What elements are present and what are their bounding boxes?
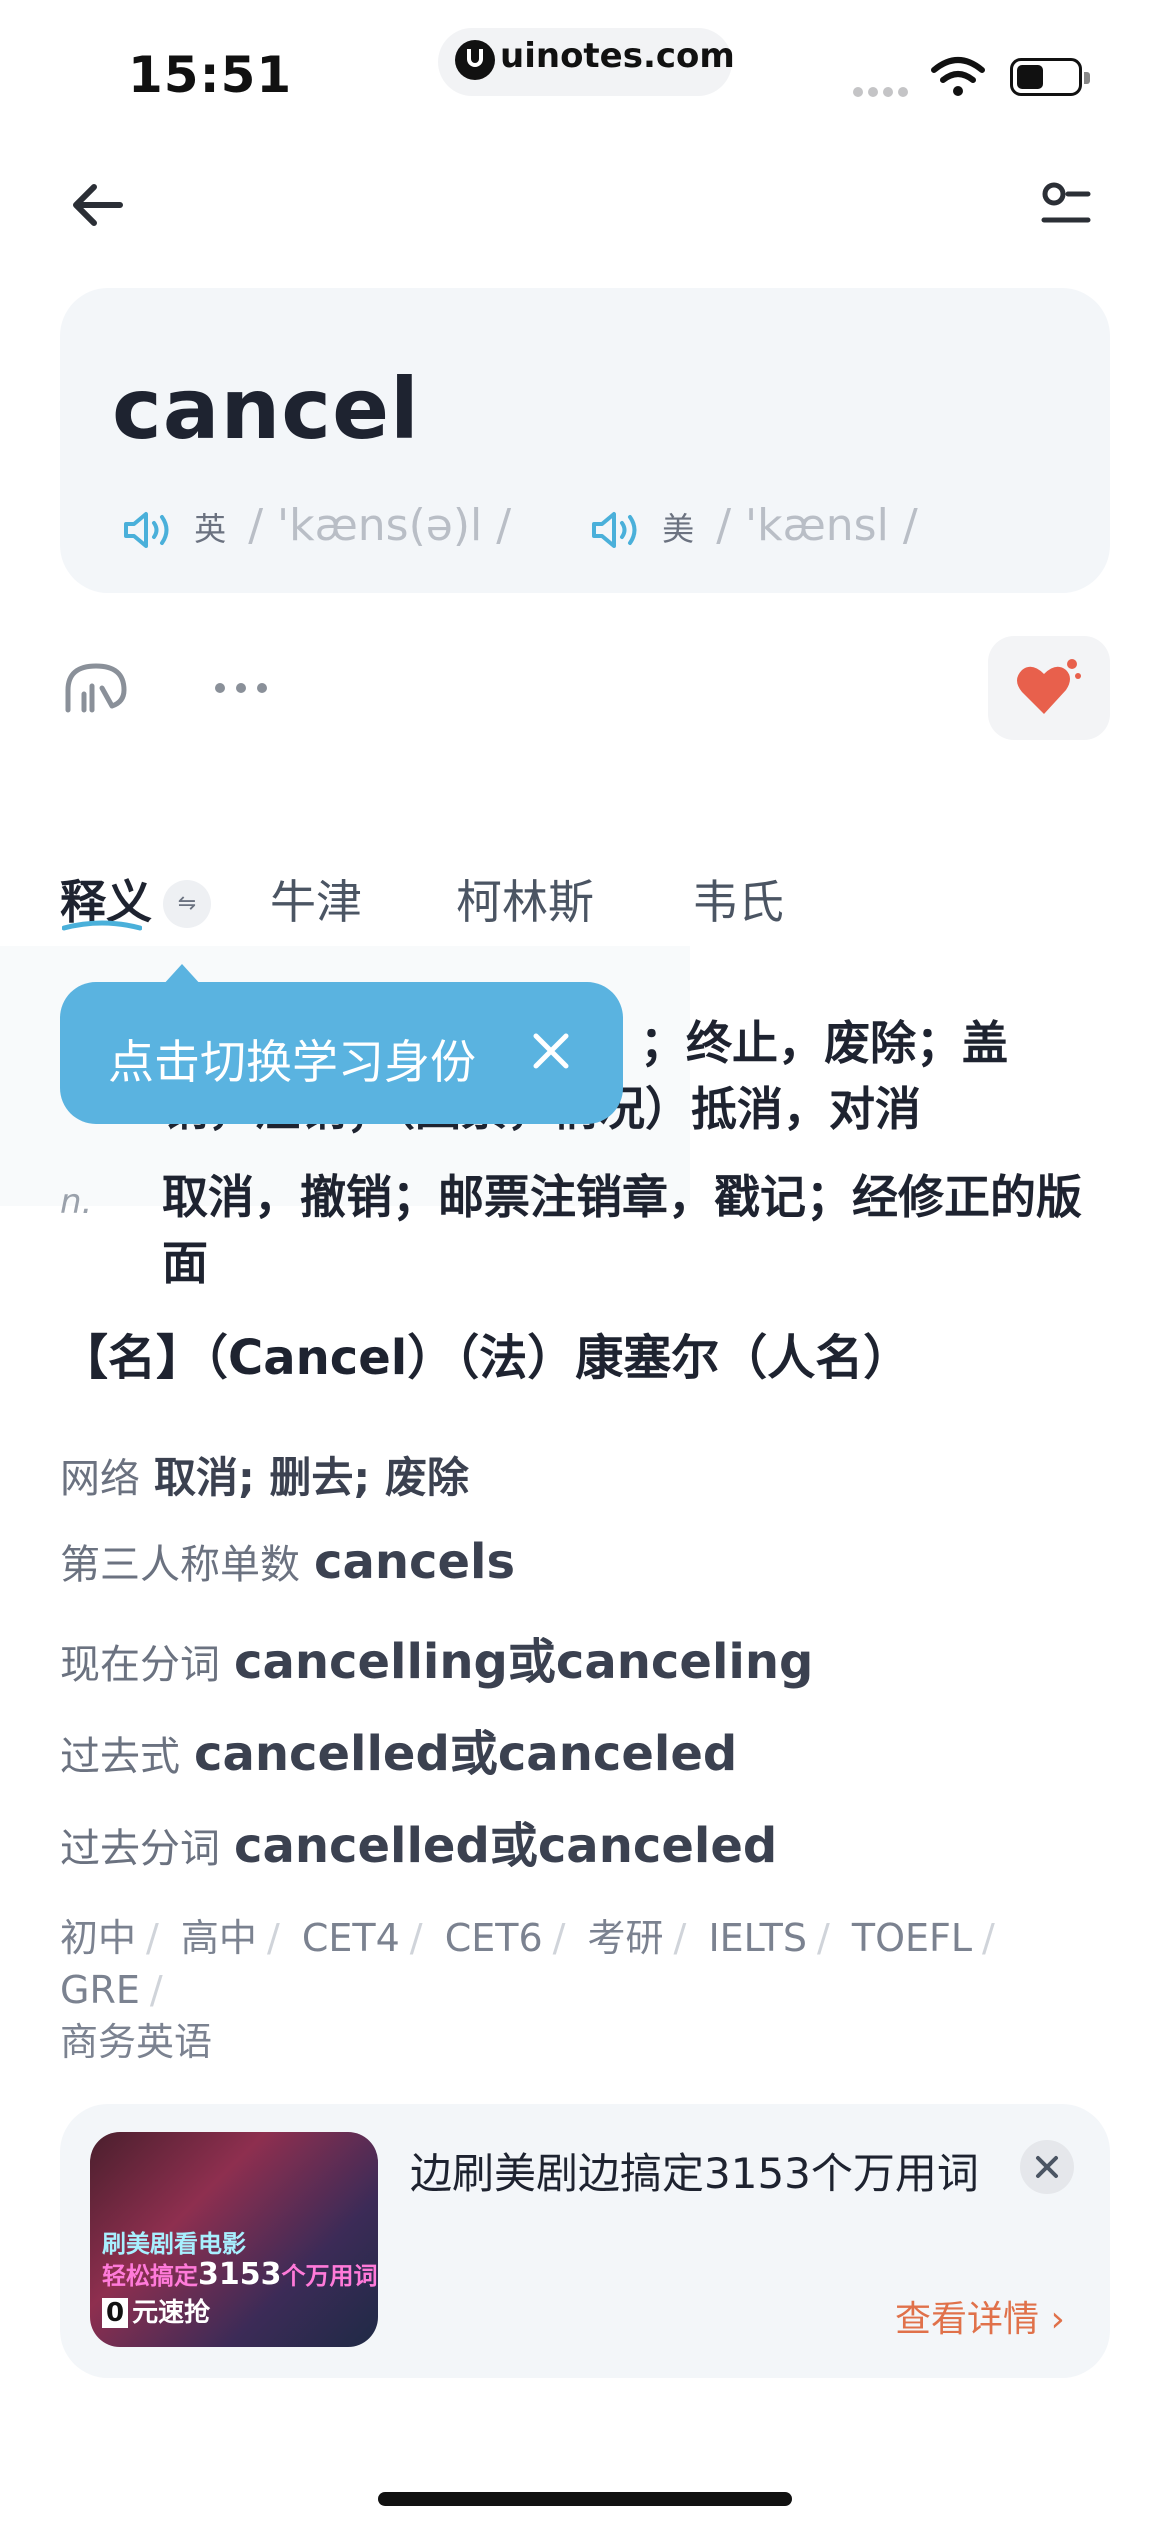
pron-uk[interactable]: 英 / 'kæns(ə)l / bbox=[122, 500, 511, 551]
form-row-third-person: 第三人称单数 cancels bbox=[60, 1532, 515, 1590]
level-tag: CET4 bbox=[301, 1916, 400, 1960]
more-icon[interactable] bbox=[212, 678, 270, 698]
speaker-us-icon[interactable] bbox=[590, 510, 642, 550]
headword: cancel bbox=[112, 360, 420, 458]
level-tag: IELTS bbox=[708, 1916, 807, 1960]
close-icon bbox=[1036, 2156, 1058, 2178]
cellular-signal-icon bbox=[853, 82, 913, 97]
form-key: 现在分词 bbox=[60, 1642, 220, 1688]
home-indicator bbox=[378, 2492, 792, 2506]
speaker-uk-icon[interactable] bbox=[122, 510, 174, 550]
tab-active-underline bbox=[62, 920, 142, 931]
form-value: cancelling或canceling bbox=[234, 1634, 814, 1690]
form-row-past-participle: 过去分词 cancelled或canceled bbox=[60, 1806, 777, 1876]
status-time: 15:51 bbox=[128, 46, 293, 104]
form-value: cancels bbox=[314, 1534, 516, 1590]
form-row-web: 网络 取消; 删去; 废除 bbox=[60, 1444, 469, 1505]
promo-image[interactable]: 刷美剧看电影 轻松搞定3153个万用词 0 元速抢 bbox=[90, 2132, 378, 2347]
pron-us-label: 美 bbox=[662, 510, 695, 548]
tooltip-text: 点击切换学习身份 bbox=[108, 1035, 476, 1089]
palette-icon[interactable] bbox=[62, 660, 130, 716]
form-key: 第三人称单数 bbox=[60, 1542, 300, 1588]
form-value: cancelled或canceled bbox=[234, 1818, 778, 1874]
pron-us[interactable]: 美 / 'kænsl / bbox=[590, 500, 918, 551]
level-tag: GRE bbox=[60, 1968, 140, 2012]
level-tag: 考研 bbox=[587, 1916, 664, 1960]
definition-n-text: 取消，撤销；邮票注销章，戳记；经修正的版面 bbox=[162, 1170, 1082, 1290]
promo-title: 边刷美剧边搞定3153个万用词 bbox=[410, 2149, 979, 2198]
form-key: 过去式 bbox=[60, 1734, 180, 1780]
promo-details-link[interactable]: 查看详情 › bbox=[895, 2290, 1065, 2342]
promo-close-button[interactable] bbox=[1020, 2140, 1074, 2194]
form-value: cancelled或canceled bbox=[194, 1726, 738, 1782]
back-arrow-icon[interactable] bbox=[68, 180, 128, 230]
form-value: 取消; 删去; 废除 bbox=[154, 1453, 469, 1502]
definition-name: 【名】（Cancel）（法）康塞尔（人名） bbox=[60, 1330, 912, 1386]
favorite-button[interactable] bbox=[988, 636, 1110, 740]
level-tag: 商务英语 bbox=[60, 2020, 213, 2064]
level-tag: CET6 bbox=[444, 1916, 543, 1960]
promo-image-line1: 刷美剧看电影 bbox=[102, 2230, 246, 2258]
settings-sliders-icon[interactable] bbox=[1040, 180, 1092, 230]
definition-v-line1: ；终止，废除；盖 bbox=[640, 1016, 1008, 1070]
level-tag: 初中 bbox=[60, 1916, 137, 1960]
url-text: uinotes.com bbox=[500, 36, 735, 76]
form-row-present-participle: 现在分词 cancelling或canceling bbox=[60, 1622, 813, 1692]
tab-webster[interactable]: 韦氏 bbox=[692, 866, 784, 932]
definition-n-pos: n. bbox=[60, 1182, 93, 1222]
form-row-past: 过去式 cancelled或canceled bbox=[60, 1714, 737, 1784]
form-key: 网络 bbox=[60, 1456, 140, 1502]
promo-image-line3: 0 元速抢 bbox=[102, 2292, 210, 2329]
switch-icon[interactable]: ⇋ bbox=[163, 880, 211, 928]
level-tag: TOEFL bbox=[851, 1916, 973, 1960]
pron-uk-label: 英 bbox=[194, 510, 227, 548]
site-logo-icon bbox=[455, 40, 495, 80]
tab-collins[interactable]: 柯林斯 bbox=[456, 866, 594, 932]
wifi-icon bbox=[931, 57, 985, 96]
heart-icon bbox=[1017, 659, 1081, 714]
form-key: 过去分词 bbox=[60, 1826, 220, 1872]
level-tag: 高中 bbox=[180, 1916, 257, 1960]
exam-levels: 初中 / 高中 / CET4/ CET6/ 考研 / IELTS / TOEFL / GR… bbox=[60, 1916, 995, 2064]
pron-us-ipa: / 'kænsl / bbox=[716, 500, 918, 551]
pron-uk-ipa: / 'kæns(ə)l / bbox=[248, 500, 512, 551]
battery-icon bbox=[1010, 58, 1090, 96]
promo-image-line2: 轻松搞定3153个万用词 bbox=[102, 2257, 378, 2292]
tooltip-close-icon[interactable] bbox=[526, 1026, 576, 1076]
tab-oxford[interactable]: 牛津 bbox=[270, 866, 362, 932]
